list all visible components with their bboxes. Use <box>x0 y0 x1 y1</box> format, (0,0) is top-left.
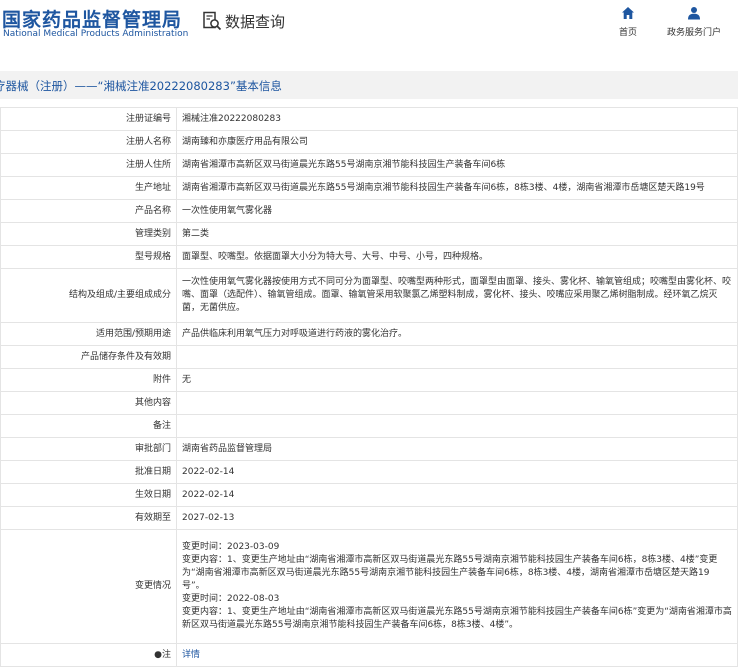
nav-home[interactable]: 首页 <box>596 6 660 38</box>
field-value <box>176 391 738 415</box>
change-time: 变更时间：2022-08-03 <box>182 594 280 604</box>
field-label: 产品储存条件及有效期 <box>0 345 177 369</box>
field-label: 生效日期 <box>0 483 177 507</box>
note-icon: ● <box>154 649 162 660</box>
field-label: 产品名称 <box>0 199 177 223</box>
field-value: 湖南省湘潭市高新区双马街道晨光东路55号湖南京湘节能科技园生产装备车间6栋 <box>176 153 738 177</box>
record-detail-table: 注册证编号 湘械注准20222080283 注册人名称 湖南臻和亦康医疗用品有限公司… <box>0 107 738 667</box>
field-value: 2022-02-14 <box>176 483 738 507</box>
field-label: 有效期至 <box>0 506 177 530</box>
page-title: 疗器械（注册）——“湘械注准20222080283”基本信息 <box>0 79 282 93</box>
field-value <box>176 414 738 438</box>
search-document-icon <box>203 11 222 31</box>
table-row: 结构及组成/主要组成成分 一次性使用氧气雾化器按使用方式不同可分为面罩型、咬嘴型两… <box>0 268 738 323</box>
change-time: 变更时间：2023-03-09 <box>182 542 280 552</box>
field-label: 变更情况 <box>0 529 177 644</box>
field-value: 第二类 <box>176 222 738 246</box>
field-label: 注册人名称 <box>0 130 177 154</box>
field-value: 湖南臻和亦康医疗用品有限公司 <box>176 130 738 154</box>
field-label: 注册人住所 <box>0 153 177 177</box>
table-row: 批准日期 2022-02-14 <box>0 460 738 484</box>
field-label: 适用范围/预期用途 <box>0 322 177 346</box>
field-label: 管理类别 <box>0 222 177 246</box>
record-title-bar: 疗器械（注册）——“湘械注准20222080283”基本信息 <box>0 71 738 99</box>
table-row: 注册人住所 湖南省湘潭市高新区双马街道晨光东路55号湖南京湘节能科技园生产装备车间… <box>0 153 738 177</box>
note-label-cell: ●注 <box>0 643 177 667</box>
table-row: 其他内容 <box>0 391 738 415</box>
table-row: 产品储存条件及有效期 <box>0 345 738 369</box>
nav-gov-portal-label: 政务服务门户 <box>666 28 721 38</box>
field-value: 产品供临床利用氧气压力对呼吸道进行药液的雾化治疗。 <box>176 322 738 346</box>
field-value <box>176 345 738 369</box>
table-row: 附件无 <box>0 368 738 392</box>
data-query-heading: 数据查询 <box>202 10 285 32</box>
field-label: 批准日期 <box>0 460 177 484</box>
field-label: 附件 <box>0 368 177 392</box>
table-row: 适用范围/预期用途 产品供临床利用氧气压力对呼吸道进行药液的雾化治疗。 <box>0 322 738 346</box>
field-value: 湘械注准20222080283 <box>176 107 738 131</box>
field-label: 结构及组成/主要组成成分 <box>0 268 177 323</box>
table-row: 注册证编号 湘械注准20222080283 <box>0 107 738 131</box>
field-value: 面罩型、咬嘴型。依据面罩大小分为特大号、大号、中号、小号，四种规格。 <box>176 245 738 269</box>
field-value: 2022-02-14 <box>176 460 738 484</box>
field-value: 湖南省湘潭市高新区双马街道晨光东路55号湖南京湘节能科技园生产装备车间6栋，8栋… <box>176 176 738 200</box>
field-value: 一次性使用氧气雾化器 <box>176 199 738 223</box>
details-link[interactable]: 详情 <box>182 650 200 660</box>
site-logo-cn[interactable]: 国家药品监督管理局 <box>2 5 182 32</box>
table-row: 有效期至 2027-02-13 <box>0 506 738 530</box>
field-label: 其他内容 <box>0 391 177 415</box>
field-label: 型号规格 <box>0 245 177 269</box>
table-row: 注册人名称 湖南臻和亦康医疗用品有限公司 <box>0 130 738 154</box>
site-header: 国家药品监督管理局 National Medical Products Admi… <box>0 0 738 52</box>
field-label: 生产地址 <box>0 176 177 200</box>
field-value: 一次性使用氧气雾化器按使用方式不同可分为面罩型、咬嘴型两种形式，面罩型由面罩、接… <box>176 268 738 323</box>
field-label: 备注 <box>0 414 177 438</box>
table-row: 审批部门 湖南省药品监督管理局 <box>0 437 738 461</box>
table-row: 生效日期 2022-02-14 <box>0 483 738 507</box>
field-label: 注册证编号 <box>0 107 177 131</box>
table-row: 生产地址 湖南省湘潭市高新区双马街道晨光东路55号湖南京湘节能科技园生产装备车间6… <box>0 176 738 200</box>
table-row: 备注 <box>0 414 738 438</box>
nav-gov-portal[interactable]: 政务服务门户 <box>662 6 726 38</box>
field-label: 审批部门 <box>0 437 177 461</box>
field-value: 无 <box>176 368 738 392</box>
field-value: 2027-02-13 <box>176 506 738 530</box>
site-logo-en: National Medical Products Administration <box>3 29 189 39</box>
change-history: 变更时间：2023-03-09 变更内容：1、变更生产地址由“湖南省湘潭市高新区… <box>176 529 738 644</box>
field-label: 注 <box>161 649 171 660</box>
nav-home-label: 首页 <box>618 28 637 38</box>
change-content: 变更内容：1、变更生产地址由“湖南省湘潭市高新区双马街道晨光东路55号湖南京湘节… <box>182 555 718 591</box>
table-row: ●注 详情 <box>0 643 738 667</box>
table-row: 型号规格 面罩型、咬嘴型。依据面罩大小分为特大号、大号、中号、小号，四种规格。 <box>0 245 738 269</box>
field-value: 湖南省药品监督管理局 <box>176 437 738 461</box>
data-query-title: 数据查询 <box>225 12 286 31</box>
home-icon <box>622 7 634 19</box>
table-row: 产品名称 一次性使用氧气雾化器 <box>0 199 738 223</box>
table-row: 管理类别 第二类 <box>0 222 738 246</box>
change-content: 变更内容：1、变更生产地址由“湖南省湘潭市高新区双马街道晨光东路55号湖南京湘节… <box>182 607 732 630</box>
user-icon <box>688 7 700 20</box>
table-row: 变更情况 变更时间：2023-03-09 变更内容：1、变更生产地址由“湖南省湘… <box>0 529 738 644</box>
field-value: 详情 <box>176 643 738 667</box>
